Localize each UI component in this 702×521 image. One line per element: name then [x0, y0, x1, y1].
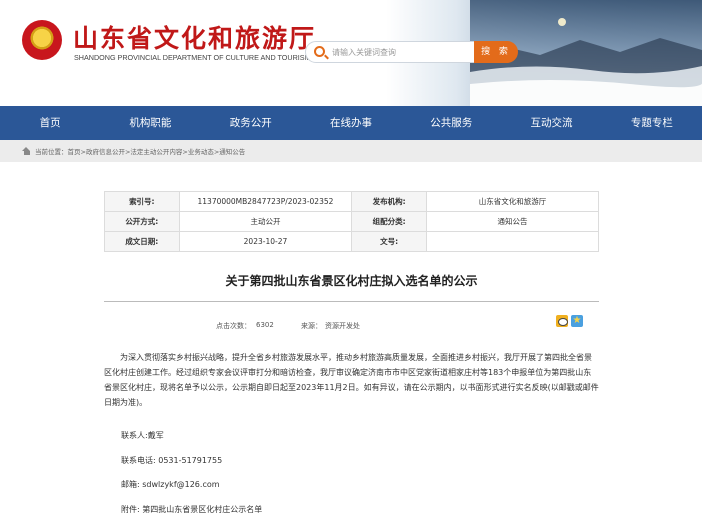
views-count: 6302 — [256, 321, 274, 329]
table-row: 索引号: 11370000MB2847723P/2023-02352 发布机构:… — [104, 191, 600, 212]
nav-item-government-affairs[interactable]: 政务公开 — [201, 106, 301, 140]
search-button[interactable]: 搜 索 — [474, 41, 518, 63]
category-label: 组配分类: — [351, 211, 427, 232]
attachment-link[interactable]: 附件: 第四批山东省景区化村庄公示名单 — [121, 504, 262, 515]
date-value: 2023-10-27 — [178, 231, 353, 252]
views-label: 点击次数： — [216, 322, 251, 330]
table-row: 成文日期: 2023-10-27 文号: — [104, 231, 600, 252]
nav-item-special-topics[interactable]: 专题专栏 — [602, 106, 702, 140]
source-label: 来源： — [301, 322, 322, 330]
article-title: 关于第四批山东省景区化村庄拟入选名单的公示 — [225, 274, 478, 288]
table-row: 公开方式: 主动公开 组配分类: 通知公告 — [104, 211, 600, 232]
breadcrumb: 当前位置：首页>政府信息公开>法定主动公开内容>业务动态>通知公告 — [0, 140, 702, 162]
title-divider — [104, 301, 599, 302]
site-subtitle: SHANDONG PROVINCIAL DEPARTMENT OF CULTUR… — [74, 53, 311, 62]
date-label: 成文日期: — [104, 231, 180, 252]
contact-email: 邮箱: sdwlzykf@126.com — [121, 480, 220, 489]
nav-item-functions[interactable]: 机构职能 — [100, 106, 200, 140]
contact-person: 联系人:戴军 — [121, 431, 164, 440]
disclosure-label: 公开方式: — [104, 211, 180, 232]
publisher-value: 山东省文化和旅游厅 — [425, 191, 600, 212]
breadcrumb-text[interactable]: 当前位置：首页>政府信息公开>法定主动公开内容>业务动态>通知公告 — [35, 146, 245, 156]
nav-item-home[interactable]: 首页 — [0, 106, 100, 140]
star-icon[interactable]: ★ — [571, 315, 583, 327]
info-table: 索引号: 11370000MB2847723P/2023-02352 发布机构:… — [104, 191, 600, 252]
site-title[interactable]: 山东省文化和旅游厅 — [73, 19, 316, 55]
nav-item-online-services[interactable]: 在线办事 — [301, 106, 401, 140]
home-icon — [22, 147, 31, 155]
disclosure-value: 主动公开 — [178, 211, 353, 232]
nav-item-interaction[interactable]: 互动交流 — [501, 106, 601, 140]
index-value: 11370000MB2847723P/2023-02352 — [178, 191, 353, 212]
share-icons: ★ — [556, 315, 583, 327]
contact-phone: 联系电话: 0531-51791755 — [121, 456, 223, 465]
main-nav: 首页 机构职能 政务公开 在线办事 公共服务 互动交流 专题专栏 — [0, 106, 702, 140]
docno-label: 文号: — [351, 231, 427, 252]
search-input[interactable] — [332, 45, 472, 59]
search-box — [305, 41, 475, 63]
category-value: 通知公告 — [425, 211, 600, 232]
emblem-icon[interactable] — [22, 20, 62, 60]
index-label: 索引号: — [104, 191, 180, 212]
nav-item-public-services[interactable]: 公共服务 — [401, 106, 501, 140]
docno-value — [425, 231, 600, 252]
source-value: 资源开发处 — [325, 322, 360, 330]
publisher-label: 发布机构: — [351, 191, 427, 212]
article-body: 为深入贯彻落实乡村振兴战略，提升全省乡村旅游发展水平，推动乡村旅游高质量发展，全… — [104, 353, 599, 407]
search-icon — [314, 46, 325, 57]
wechat-icon[interactable] — [556, 315, 568, 327]
